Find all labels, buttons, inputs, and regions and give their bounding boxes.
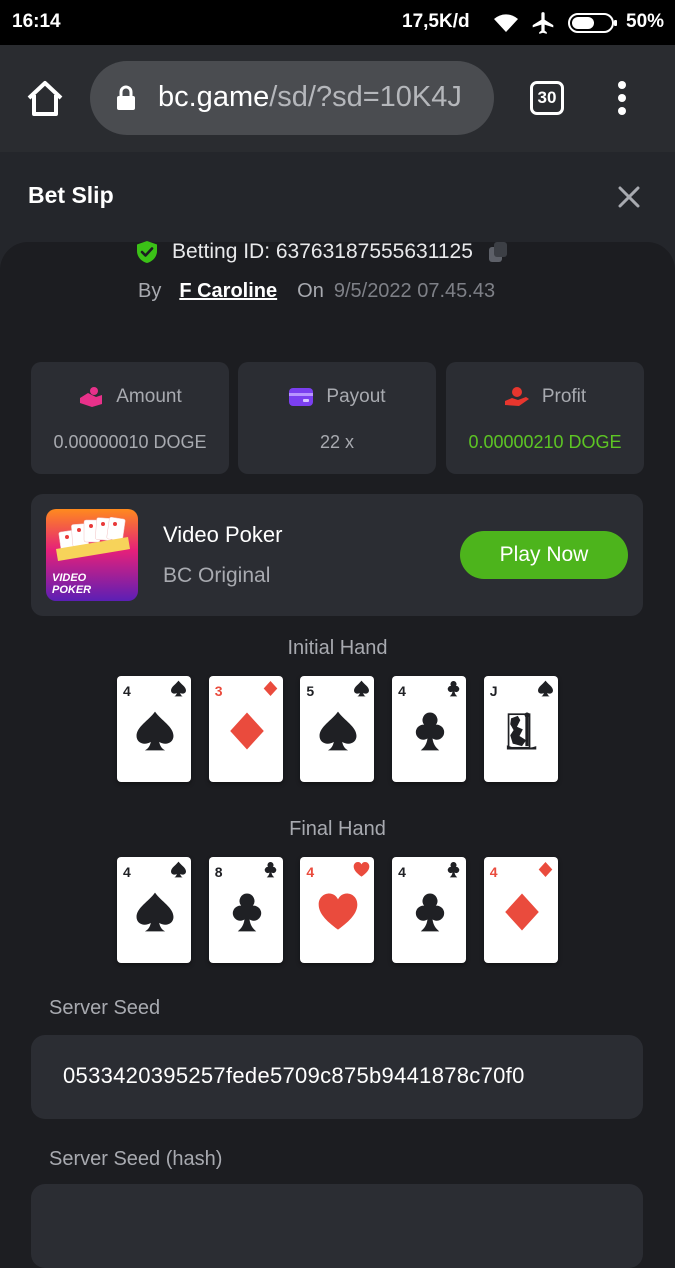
close-icon[interactable] bbox=[616, 184, 642, 210]
spade-icon bbox=[171, 861, 186, 878]
server-seed-hash-label: Server Seed (hash) bbox=[49, 1148, 223, 1170]
initial-card-3: 5 bbox=[300, 676, 375, 782]
on-label: On bbox=[297, 280, 324, 302]
card-rank: 4 bbox=[398, 864, 406, 880]
final-card-3: 4 bbox=[300, 857, 375, 963]
initial-card-5: J bbox=[483, 676, 558, 782]
status-bar: 16:14 17,5K/d 50% bbox=[0, 0, 675, 45]
card-rank: 5 bbox=[306, 683, 315, 699]
battery-icon bbox=[568, 13, 617, 33]
final-card-1: 4 bbox=[117, 857, 191, 963]
url-host: bc.game bbox=[158, 81, 270, 113]
diamond-icon bbox=[263, 681, 277, 696]
card-rank: 4 bbox=[123, 864, 131, 880]
thumb-text-line2: POKER bbox=[52, 584, 91, 596]
card-rank: 4 bbox=[123, 683, 131, 699]
battery-percent: 50% bbox=[626, 11, 665, 32]
final-card-5: 4 bbox=[483, 857, 558, 963]
game-card: VIDEO POKER Video Poker BC Original Play… bbox=[31, 494, 643, 616]
club-pip-icon bbox=[232, 893, 261, 932]
amount-stat: Amount 0.00000010 DOGE bbox=[31, 362, 229, 474]
heart-icon bbox=[354, 862, 370, 877]
diamond-pip-icon bbox=[504, 893, 539, 931]
spade-icon bbox=[171, 680, 186, 697]
card-rank: 4 bbox=[398, 683, 406, 699]
card-rank: J bbox=[489, 683, 498, 699]
club-pip-icon bbox=[415, 712, 445, 751]
airplane-icon bbox=[532, 12, 554, 34]
spade-pip-icon bbox=[136, 711, 174, 751]
server-seed-value: 0533420395257fede5709c875b9441878c70f0 bbox=[63, 1063, 525, 1088]
verified-shield-icon bbox=[137, 241, 157, 263]
initial-card-2: 3 bbox=[208, 676, 283, 782]
bet-slip-header: Bet Slip bbox=[0, 152, 675, 242]
home-icon[interactable] bbox=[24, 77, 66, 119]
overflow-menu-icon[interactable] bbox=[612, 79, 632, 119]
club-icon bbox=[447, 862, 460, 878]
spade-icon bbox=[537, 680, 553, 697]
payout-label: Payout bbox=[326, 386, 386, 407]
payout-stat: Payout 22 x bbox=[238, 362, 436, 474]
betting-id: Betting ID: 63763187555631125 bbox=[172, 240, 473, 263]
server-seed-field[interactable]: 0533420395257fede5709c875b9441878c70f0 bbox=[31, 1035, 643, 1119]
profit-stat: Profit 0.00000210 DOGE bbox=[446, 362, 644, 474]
lock-icon bbox=[117, 85, 135, 110]
card-rank: 3 bbox=[214, 683, 223, 699]
thumb-text-line1: VIDEO bbox=[52, 572, 87, 584]
tab-switcher-button[interactable]: 30 bbox=[530, 81, 564, 115]
video-poker-thumbnail[interactable]: VIDEO POKER bbox=[46, 509, 138, 601]
initial-hand-title: Initial Hand bbox=[287, 637, 388, 659]
bet-date: 9/5/2022 07.45.43 bbox=[333, 280, 496, 302]
payout-icon bbox=[289, 388, 314, 406]
initial-card-1: 4 bbox=[117, 676, 191, 782]
wifi-icon bbox=[494, 14, 518, 32]
card-rank: 8 bbox=[214, 864, 223, 880]
club-icon bbox=[264, 862, 276, 878]
profit-icon bbox=[504, 387, 529, 406]
final-card-4: 4 bbox=[392, 857, 467, 963]
final-hand-cards: 4 8 4 4 4 bbox=[117, 857, 558, 963]
spade-pip-icon bbox=[319, 711, 357, 751]
diamond-pip-icon bbox=[229, 712, 264, 750]
by-label: By bbox=[138, 280, 162, 302]
profit-value: 0.00000210 DOGE bbox=[468, 432, 622, 452]
initial-card-4: 4 bbox=[392, 676, 467, 782]
url-path: /sd/?sd=10K4J bbox=[269, 81, 462, 113]
game-name: Video Poker bbox=[163, 522, 283, 547]
final-card-2: 8 bbox=[208, 857, 283, 963]
club-icon bbox=[447, 681, 460, 697]
spade-pip-icon bbox=[136, 892, 174, 932]
jack-face-icon bbox=[506, 712, 537, 750]
spade-icon bbox=[354, 680, 370, 697]
address-bar[interactable]: bc.game/sd/?sd=10K4J bbox=[90, 61, 494, 135]
network-rate: 17,5K/d bbox=[402, 11, 470, 32]
betting-id-row: Betting ID: 63763187555631125 bbox=[136, 238, 509, 266]
diamond-icon bbox=[538, 862, 553, 877]
game-provider: BC Original bbox=[163, 564, 271, 587]
profit-label: Profit bbox=[541, 386, 587, 407]
amount-label: Amount bbox=[116, 386, 182, 407]
bet-byline: By F Caroline On 9/5/2022 07.45.43 bbox=[138, 280, 495, 303]
server-seed-hash-field[interactable] bbox=[31, 1184, 643, 1268]
initial-hand-cards: 4 3 5 4 J bbox=[117, 676, 558, 782]
heart-pip-icon bbox=[319, 893, 358, 930]
url-text[interactable]: bc.game/sd/?sd=10K4J bbox=[158, 81, 462, 114]
play-now-button[interactable]: Play Now bbox=[460, 531, 628, 579]
payout-value: 22 x bbox=[319, 432, 355, 452]
card-rank: 4 bbox=[306, 864, 315, 880]
club-pip-icon bbox=[415, 893, 445, 932]
card-rank: 4 bbox=[489, 864, 498, 880]
page-title: Bet Slip bbox=[28, 182, 114, 208]
final-hand-title: Final Hand bbox=[289, 818, 386, 840]
amount-value: 0.00000010 DOGE bbox=[53, 432, 207, 452]
browser-toolbar: bc.game/sd/?sd=10K4J 30 bbox=[0, 45, 675, 152]
copy-icon[interactable] bbox=[487, 241, 509, 263]
status-time: 16:14 bbox=[12, 11, 61, 32]
server-seed-label: Server Seed bbox=[49, 997, 161, 1019]
user-link[interactable]: F Caroline bbox=[179, 280, 277, 302]
amount-icon bbox=[80, 387, 103, 407]
